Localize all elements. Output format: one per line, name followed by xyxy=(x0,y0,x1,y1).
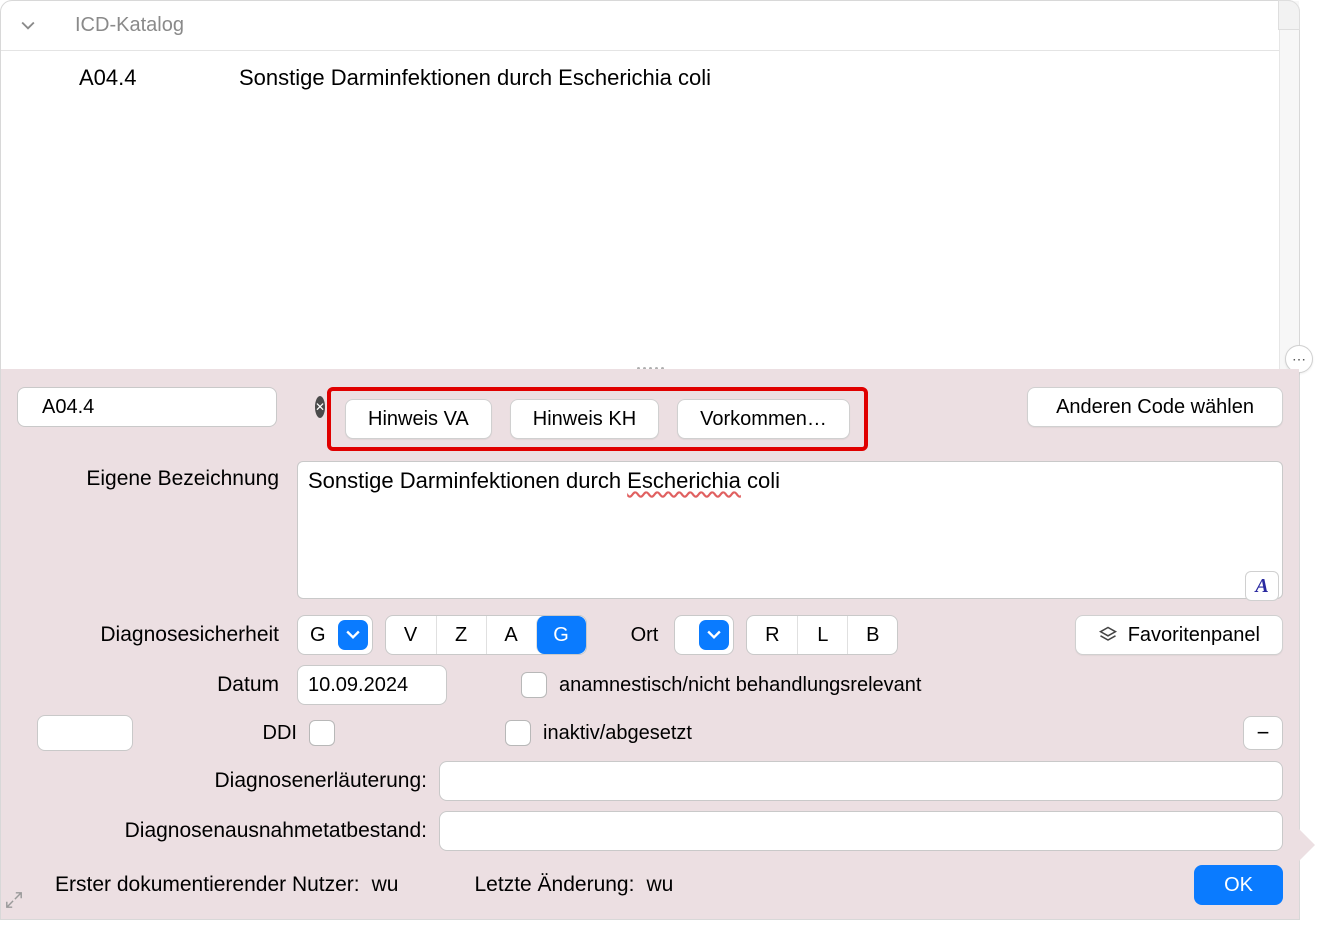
favoritenpanel-button[interactable]: Favoritenpanel xyxy=(1075,615,1283,655)
catalog-row[interactable]: A04.4 Sonstige Darminfektionen durch Esc… xyxy=(1,51,1299,91)
panel-notch xyxy=(1299,829,1315,861)
first-user-value: wu xyxy=(372,873,399,897)
header: ICD-Katalog xyxy=(1,1,1299,51)
last-change-label: Letzte Änderung: xyxy=(475,873,635,897)
chevron-down-icon xyxy=(699,620,729,650)
datum-input[interactable] xyxy=(297,665,447,705)
ddi-checkbox[interactable] xyxy=(309,720,335,746)
catalog-description: Sonstige Darminfektionen durch Escherich… xyxy=(239,65,711,91)
diag-security-label: Diagnosesicherheit xyxy=(17,623,285,647)
first-user-label: Erster dokumentierender Nutzer: xyxy=(55,873,360,897)
vorkommen-button[interactable]: Vorkommen… xyxy=(677,399,850,439)
search-input-wrap[interactable]: ✕ xyxy=(17,387,277,427)
ort-seg-r[interactable]: R xyxy=(747,616,797,654)
clear-search-icon[interactable]: ✕ xyxy=(315,396,325,418)
own-description-label: Eigene Bezeichnung xyxy=(17,461,285,491)
ort-select[interactable] xyxy=(674,615,734,655)
search-input[interactable] xyxy=(40,395,309,420)
anamnestisch-label: anamnestisch/nicht behandlungsrelevant xyxy=(559,674,921,697)
highlighted-buttons-group: Hinweis VA Hinweis KH Vorkommen… xyxy=(327,387,868,451)
diag-seg-z[interactable]: Z xyxy=(436,616,486,654)
ausnahme-input[interactable] xyxy=(439,811,1283,851)
other-code-button[interactable]: Anderen Code wählen xyxy=(1027,387,1283,427)
erlaeuterung-label: Diagnosenerläuterung: xyxy=(17,769,427,793)
form-panel: ✕ Hinweis VA Hinweis KH Vorkommen… Ander… xyxy=(1,369,1299,919)
diag-seg-a[interactable]: A xyxy=(486,616,536,654)
hinweis-kh-button[interactable]: Hinweis KH xyxy=(510,399,659,439)
chevron-down-icon xyxy=(338,620,368,650)
catalog-code: A04.4 xyxy=(79,65,159,91)
collapse-toggle-icon[interactable] xyxy=(21,19,35,33)
hinweis-va-button[interactable]: Hinweis VA xyxy=(345,399,492,439)
ausnahme-label: Diagnosenausnahmetatbestand: xyxy=(17,819,427,843)
diag-seg-g[interactable]: G xyxy=(536,616,586,654)
datum-label: Datum xyxy=(17,673,285,697)
diag-seg-v[interactable]: V xyxy=(386,616,436,654)
erlaeuterung-input[interactable] xyxy=(439,761,1283,801)
own-description-textarea[interactable] xyxy=(297,461,1283,599)
ort-seg-b[interactable]: B xyxy=(847,616,897,654)
inaktiv-checkbox[interactable] xyxy=(505,720,531,746)
expand-icon[interactable] xyxy=(5,891,23,915)
aux-input[interactable] xyxy=(37,715,133,751)
diag-security-segmented[interactable]: V Z A G xyxy=(385,615,587,655)
ddi-label: DDI xyxy=(145,722,297,745)
inaktiv-label: inaktiv/abgesetzt xyxy=(543,722,692,745)
catalog-results: A04.4 Sonstige Darminfektionen durch Esc… xyxy=(1,51,1299,369)
anamnestisch-checkbox[interactable] xyxy=(521,672,547,698)
ok-button[interactable]: OK xyxy=(1194,865,1283,905)
remove-button[interactable]: − xyxy=(1243,716,1283,750)
last-change-value: wu xyxy=(646,873,673,897)
layers-icon xyxy=(1098,625,1118,645)
font-style-button[interactable]: A xyxy=(1245,571,1279,601)
diag-security-select[interactable]: G xyxy=(297,615,373,655)
ort-label: Ort xyxy=(631,624,659,647)
header-title: ICD-Katalog xyxy=(75,14,184,37)
ort-seg-l[interactable]: L xyxy=(797,616,847,654)
dialog-window: ICD-Katalog A04.4 Sonstige Darminfektion… xyxy=(0,0,1300,920)
ort-segmented[interactable]: R L B xyxy=(746,615,898,655)
